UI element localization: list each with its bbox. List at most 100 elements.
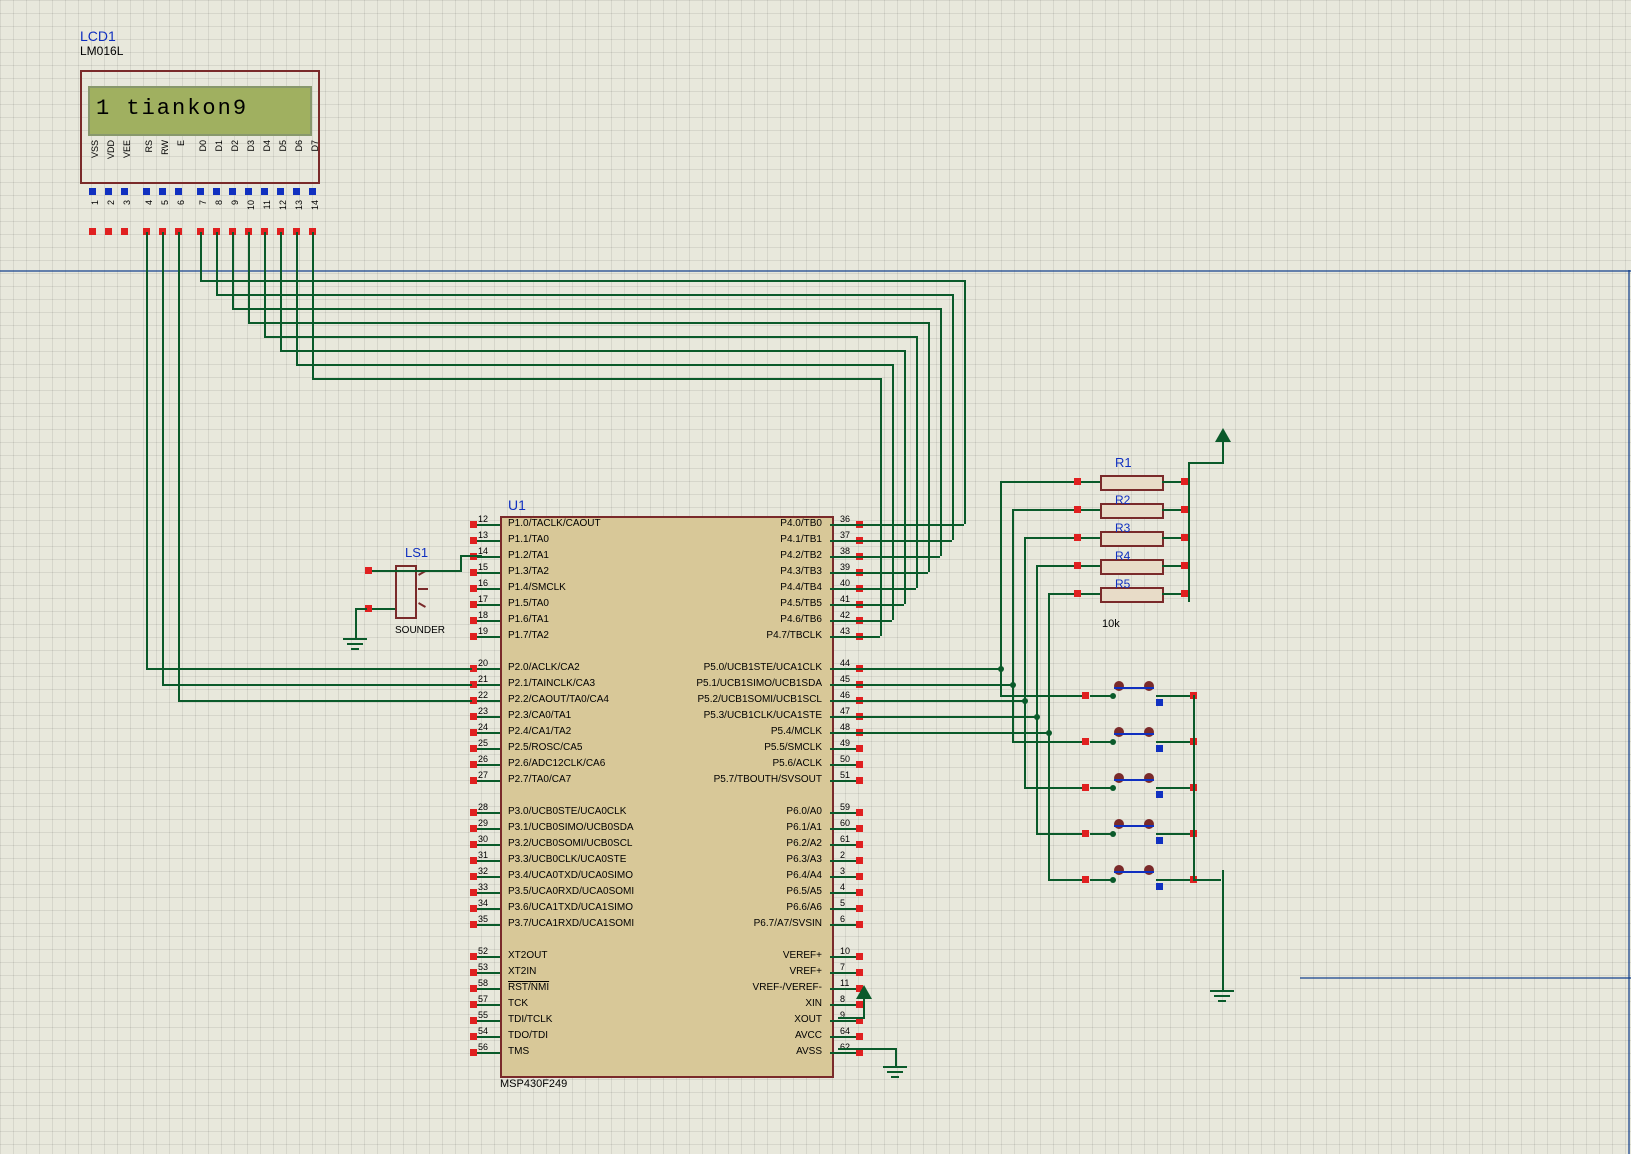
button-actuator[interactable] — [1144, 727, 1154, 737]
button-actuator[interactable] — [1144, 681, 1154, 691]
pin-pad[interactable] — [1181, 506, 1188, 513]
pin-pad[interactable] — [470, 857, 477, 864]
pin-pad[interactable] — [856, 889, 863, 896]
mcu-pin-name: XT2IN — [508, 966, 536, 977]
pin-pad[interactable] — [470, 985, 477, 992]
pin-pad[interactable] — [1074, 562, 1081, 569]
pin-pad[interactable] — [470, 585, 477, 592]
pin-pad[interactable] — [1082, 876, 1089, 883]
pin-pad[interactable] — [856, 969, 863, 976]
pin-pad[interactable] — [1074, 534, 1081, 541]
pin-pad[interactable] — [1156, 837, 1163, 844]
button-actuator[interactable] — [1114, 819, 1124, 829]
pin-pad[interactable] — [856, 1033, 863, 1040]
pin-pad[interactable] — [105, 228, 112, 235]
pin-pad[interactable] — [197, 188, 204, 195]
pin-pad[interactable] — [1082, 784, 1089, 791]
pin-pad[interactable] — [121, 228, 128, 235]
pin-pad[interactable] — [89, 228, 96, 235]
pin-pad[interactable] — [470, 1017, 477, 1024]
resistor-body[interactable] — [1100, 531, 1164, 547]
pin-pad[interactable] — [121, 188, 128, 195]
pin-pad[interactable] — [470, 521, 477, 528]
pin-pad[interactable] — [470, 969, 477, 976]
pin-pad[interactable] — [856, 1001, 863, 1008]
pin-pad[interactable] — [365, 567, 372, 574]
pin-pad[interactable] — [856, 777, 863, 784]
button-actuator[interactable] — [1114, 727, 1124, 737]
pin-pad[interactable] — [856, 761, 863, 768]
pin-pad[interactable] — [159, 188, 166, 195]
wire — [856, 668, 1000, 670]
pin-pad[interactable] — [470, 825, 477, 832]
pin-pad[interactable] — [470, 713, 477, 720]
pin-pad[interactable] — [470, 1049, 477, 1056]
pin-pad[interactable] — [1082, 692, 1089, 699]
pin-pad[interactable] — [470, 617, 477, 624]
pin-pad[interactable] — [856, 873, 863, 880]
resistor-body[interactable] — [1100, 587, 1164, 603]
pin-pad[interactable] — [1156, 745, 1163, 752]
pin-pad[interactable] — [89, 188, 96, 195]
pin-pad[interactable] — [856, 857, 863, 864]
pin-pad[interactable] — [856, 1049, 863, 1056]
pin-pad[interactable] — [1181, 590, 1188, 597]
pin-pad[interactable] — [245, 188, 252, 195]
pin-pad[interactable] — [470, 841, 477, 848]
pin-pad[interactable] — [1156, 791, 1163, 798]
pin-pad[interactable] — [856, 921, 863, 928]
pin-pad[interactable] — [1156, 883, 1163, 890]
pin-pad[interactable] — [470, 761, 477, 768]
pin-pad[interactable] — [856, 809, 863, 816]
pin-pad[interactable] — [1074, 506, 1081, 513]
pin-pad[interactable] — [1181, 478, 1188, 485]
mcu-pin-number: 10 — [840, 946, 850, 956]
pin-pad[interactable] — [470, 633, 477, 640]
pin-pad[interactable] — [470, 569, 477, 576]
pin-pad[interactable] — [105, 188, 112, 195]
resistor-body[interactable] — [1100, 475, 1164, 491]
pin-pad[interactable] — [856, 953, 863, 960]
pin-pad[interactable] — [277, 188, 284, 195]
pin-pad[interactable] — [143, 188, 150, 195]
pin-pad[interactable] — [229, 188, 236, 195]
pin-pad[interactable] — [470, 889, 477, 896]
pin-pad[interactable] — [470, 905, 477, 912]
pin-pad[interactable] — [470, 1033, 477, 1040]
button-actuator[interactable] — [1144, 773, 1154, 783]
pin-pad[interactable] — [1074, 478, 1081, 485]
button-actuator[interactable] — [1114, 773, 1124, 783]
pin-pad[interactable] — [470, 745, 477, 752]
pin-pad[interactable] — [470, 1001, 477, 1008]
pin-pad[interactable] — [175, 188, 182, 195]
pin-pad[interactable] — [856, 841, 863, 848]
resistor-body[interactable] — [1100, 559, 1164, 575]
pin-pad[interactable] — [1082, 830, 1089, 837]
pin-pad[interactable] — [470, 729, 477, 736]
pin-pad[interactable] — [261, 188, 268, 195]
pin-pad[interactable] — [309, 188, 316, 195]
pin-pad[interactable] — [856, 905, 863, 912]
pin-pad[interactable] — [213, 188, 220, 195]
pin-pad[interactable] — [1181, 562, 1188, 569]
pin-pad[interactable] — [470, 537, 477, 544]
resistor-body[interactable] — [1100, 503, 1164, 519]
pin-pad[interactable] — [293, 188, 300, 195]
pin-pad[interactable] — [1156, 699, 1163, 706]
pin-pad[interactable] — [1082, 738, 1089, 745]
button-actuator[interactable] — [1114, 865, 1124, 875]
button-actuator[interactable] — [1144, 819, 1154, 829]
pin-pad[interactable] — [470, 921, 477, 928]
pin-pad[interactable] — [1181, 534, 1188, 541]
pin-pad[interactable] — [856, 825, 863, 832]
pin-pad[interactable] — [470, 953, 477, 960]
button-actuator[interactable] — [1144, 865, 1154, 875]
pin-pad[interactable] — [1074, 590, 1081, 597]
pin-pad[interactable] — [470, 809, 477, 816]
sounder-body[interactable] — [395, 565, 417, 619]
pin-pad[interactable] — [470, 873, 477, 880]
pin-pad[interactable] — [856, 745, 863, 752]
pin-pad[interactable] — [470, 777, 477, 784]
button-actuator[interactable] — [1114, 681, 1124, 691]
pin-pad[interactable] — [470, 601, 477, 608]
